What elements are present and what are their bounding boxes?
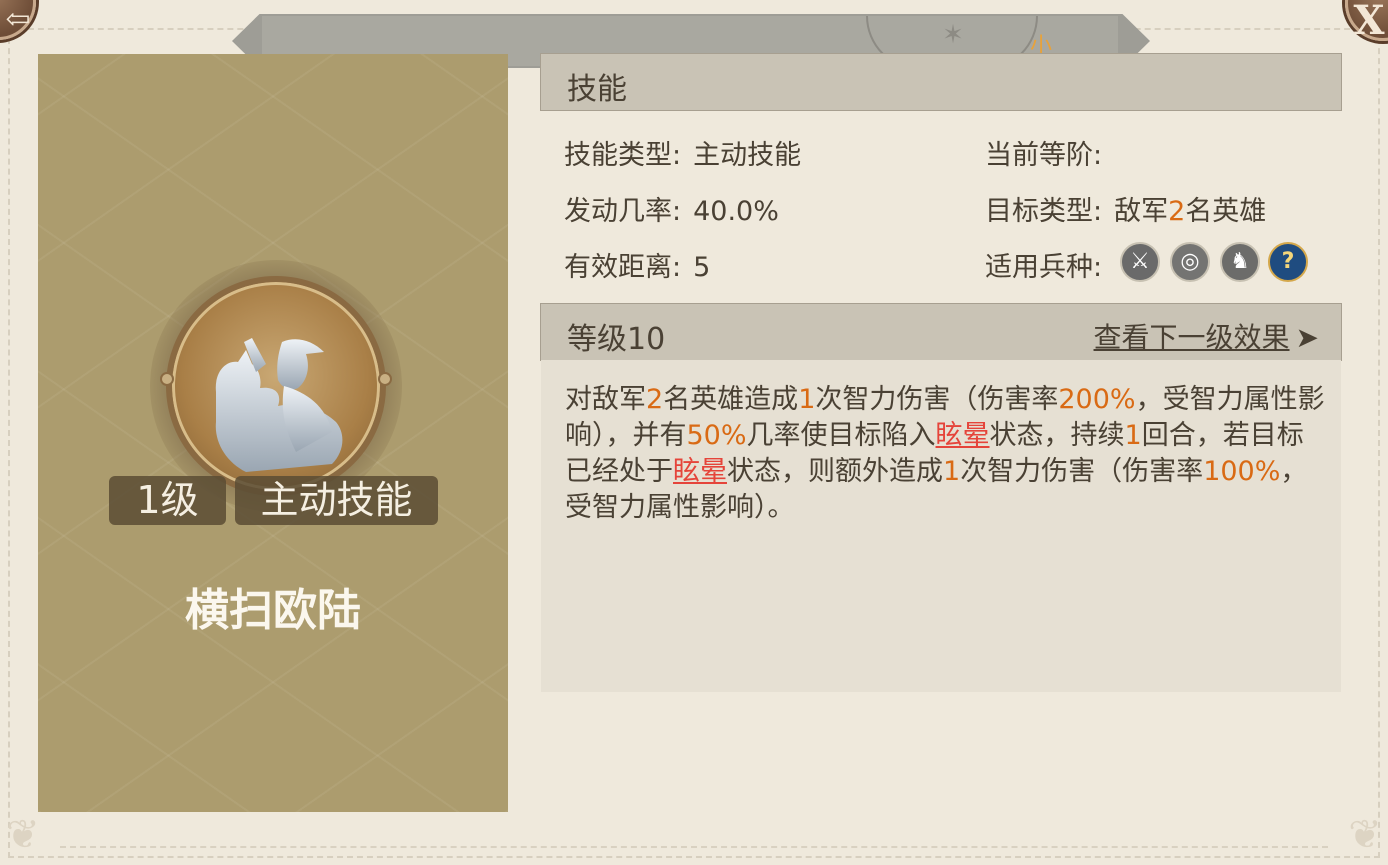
back-button[interactable]: ⇦ [0, 0, 36, 40]
next-level-effect-link[interactable]: 查看下一级效果 ➤ [1094, 316, 1319, 356]
current-tier-row: 当前等阶: [985, 133, 1114, 172]
description-text: 对敌军 [565, 384, 646, 415]
range-value: 5 [693, 252, 711, 283]
description-text: 名英雄造成 [663, 384, 799, 415]
range-label: 有效距离: [564, 252, 682, 283]
medallion-stud [160, 372, 174, 386]
skill-type-label: 技能类型: [564, 140, 682, 171]
highlight-value: 2 [646, 384, 664, 415]
target-icon[interactable]: ◎ [1170, 242, 1210, 282]
status-keyword-link[interactable]: 眩晕 [673, 456, 727, 487]
troop-types-row: 适用兵种: [985, 245, 1102, 284]
status-keyword-link[interactable]: 眩晕 [936, 420, 990, 451]
skill-portrait-panel: 1级 主动技能 横扫欧陆 [38, 54, 508, 812]
description-text: 几率使目标陷入 [746, 420, 936, 451]
corner-ornament-icon: ❦ [6, 812, 40, 858]
highlight-value: 200% [1058, 384, 1136, 415]
trigger-rate-value: 40.0% [693, 196, 779, 227]
highlight-value: 100% [1203, 456, 1281, 487]
skill-type-badge: 主动技能 [235, 476, 438, 525]
description-text: 状态，持续 [989, 420, 1125, 451]
level-title: 等级10 [567, 322, 666, 357]
skill-section-title: 技能 [567, 72, 627, 107]
next-level-effect-label: 查看下一级效果 [1093, 321, 1290, 354]
horse-icon[interactable]: ♞ [1220, 242, 1260, 282]
compass-emblem-icon: ✶ [942, 20, 964, 50]
target-type-row: 目标类型: 敌军2名英雄 [985, 189, 1266, 228]
corner-ornament-icon: ❦ [1348, 812, 1382, 858]
trigger-rate-label: 发动几率: [564, 196, 682, 227]
skill-name: 横扫欧陆 [185, 585, 361, 636]
arrow-right-icon: ➤ [1295, 321, 1319, 354]
question-icon[interactable]: ? [1268, 242, 1308, 282]
description-text: 次智力伤害（伤害率 [960, 456, 1204, 487]
frame-divider [60, 846, 1328, 848]
skill-level-badge: 1级 [109, 476, 226, 525]
skill-type-row: 技能类型: 主动技能 [564, 133, 801, 172]
skill-section-header: 技能 [540, 53, 1342, 111]
description-text: 次智力伤害（伤害率 [815, 384, 1059, 415]
skill-description-box: 对敌军2名英雄造成1次智力伤害（伤害率200%，受智力属性影响），并有50%几率… [541, 360, 1341, 692]
target-type-value: 敌军2名英雄 [1114, 196, 1266, 227]
close-icon: X [1353, 0, 1385, 44]
back-icon: ⇦ [5, 2, 31, 37]
highlight-value: 1 [943, 456, 961, 487]
description-text: 状态，则额外造成 [727, 456, 943, 487]
current-tier-label: 当前等阶: [985, 140, 1103, 171]
target-type-prefix: 敌军 [1114, 196, 1169, 227]
target-count: 2 [1168, 196, 1186, 227]
highlight-value: 1 [798, 384, 816, 415]
range-row: 有效距离: 5 [564, 245, 710, 284]
target-type-label: 目标类型: [985, 196, 1103, 227]
skill-type-value: 主动技能 [693, 140, 802, 171]
sword-icon[interactable]: ⚔ [1120, 242, 1160, 282]
medallion-stud [378, 372, 392, 386]
cavalry-rider-icon [215, 338, 343, 472]
highlight-value: 50% [686, 420, 747, 451]
level-section-header: 等级10 查看下一级效果 ➤ [540, 303, 1342, 361]
highlight-value: 1 [1124, 420, 1142, 451]
troop-types-label: 适用兵种: [985, 252, 1103, 283]
skill-medallion [166, 276, 386, 496]
trigger-rate-row: 发动几率: 40.0% [564, 189, 779, 228]
close-button[interactable]: X [1345, 0, 1388, 44]
target-type-suffix: 名英雄 [1185, 196, 1267, 227]
skill-description: 对敌军2名英雄造成1次智力伤害（伤害率200%，受智力属性影响），并有50%几率… [565, 382, 1325, 526]
